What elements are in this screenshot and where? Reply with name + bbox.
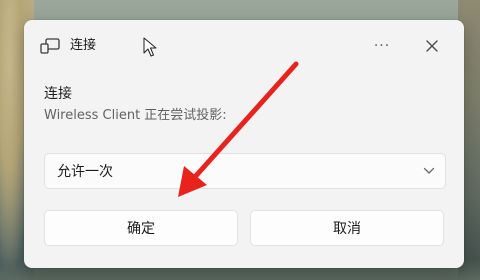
- cancel-button[interactable]: 取消: [250, 210, 444, 246]
- dialog-heading: 连接: [44, 86, 72, 102]
- ok-button[interactable]: 确定: [44, 210, 238, 246]
- more-options-button[interactable]: ···: [370, 34, 394, 58]
- dialog-message: Wireless Client 正在尝试投影:: [44, 108, 227, 123]
- chevron-down-icon: [423, 167, 435, 174]
- desktop-wallpaper: 连接 ··· 连接 Wireless Client 正在尝试投影: 允许一次 确…: [0, 0, 480, 280]
- close-icon[interactable]: [420, 34, 444, 58]
- dialog-titlebar: 连接 ···: [24, 20, 464, 72]
- permission-select-value: 允许一次: [57, 164, 113, 180]
- cast-icon: [40, 38, 60, 54]
- more-icon: ···: [373, 38, 391, 54]
- permission-select[interactable]: 允许一次: [44, 153, 446, 189]
- dialog-title: 连接: [70, 38, 97, 53]
- connect-dialog: 连接 ··· 连接 Wireless Client 正在尝试投影: 允许一次 确…: [24, 20, 464, 268]
